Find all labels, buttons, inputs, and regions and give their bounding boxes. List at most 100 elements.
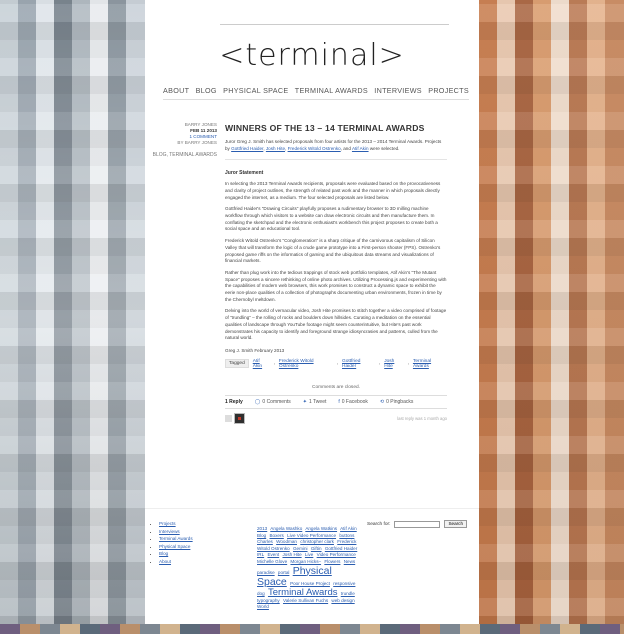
tag-cloud-item[interactable]: Physical <box>293 565 332 577</box>
tag-cloud-item[interactable]: Atif Akin <box>340 526 357 531</box>
tag-cloud-item[interactable]: Woodman <box>276 539 297 544</box>
tag-cloud-item[interactable]: buttons <box>339 533 354 538</box>
search-form: Search for: Search <box>367 520 468 528</box>
jury-heading: Juror Statement <box>225 170 264 177</box>
tag-cloud-item[interactable]: Blog <box>257 533 266 538</box>
background-bottom <box>0 624 624 634</box>
tag-cloud-item[interactable]: Morgan Hicks– <box>290 559 321 564</box>
paragraph: Delving into the world of vernacular vid… <box>225 308 447 341</box>
background-right <box>479 0 624 634</box>
tag-cloud-item[interactable]: Angela Watkins <box>305 526 337 531</box>
facebook-icon: f <box>338 398 340 405</box>
footer-pages: Projects Interviews Terminal Awards Phys… <box>151 520 193 565</box>
post-content: WINNERS OF THE 13 – 14 TERMINAL AWARDS J… <box>225 123 447 424</box>
tag-cloud-item[interactable]: Flowers <box>324 559 340 564</box>
footer-link-terminal-awards[interactable]: Terminal Awards <box>159 536 193 541</box>
tab-comments[interactable]: ◯ 0 Comments <box>255 399 291 405</box>
footer-link-blog[interactable]: Blog <box>159 551 168 556</box>
nav-divider <box>163 99 469 100</box>
tag-cloud-item[interactable]: Terminal Awards <box>268 587 338 598</box>
footer-link-interviews[interactable]: Interviews <box>159 529 180 534</box>
footer-divider <box>145 508 479 509</box>
tag-cloud-item[interactable]: typography <box>257 598 280 603</box>
tag-cloud-item[interactable]: IRL <box>257 552 264 557</box>
link-atif-akin[interactable]: Atif Akin <box>352 146 369 151</box>
tag-cloud-item[interactable]: Boxers <box>269 533 283 538</box>
tab-facebook-label: 0 Facebook <box>341 398 368 405</box>
page-container: <terminal> ABOUT BLOG PHYSICAL SPACE TER… <box>145 0 479 624</box>
tag-cloud-item[interactable]: World <box>257 604 269 609</box>
tag-cloud-item[interactable]: Gemini <box>293 546 308 551</box>
tab-replies[interactable]: 1 Reply <box>225 399 243 405</box>
paragraph: Gottfried Haider's “Drawing Circuits” pl… <box>225 206 438 232</box>
intro-end: were selected. <box>369 145 400 151</box>
main-nav: ABOUT BLOG PHYSICAL SPACE TERMINAL AWARD… <box>163 86 469 95</box>
tag-frederick-ostrenko[interactable]: Frederick Witold Ostrenko <box>279 359 333 369</box>
content-divider <box>225 159 447 161</box>
twitter-icon: ✦ <box>302 398 307 405</box>
post-intro: Juror Greg J. Smith has selected proposa… <box>225 139 442 151</box>
signature: Greg J. Smith February 2013 <box>225 347 285 353</box>
pingback-icon: ⟲ <box>379 398 385 405</box>
tag-atif-akin[interactable]: Atif Akin <box>253 359 270 369</box>
tab-comments-label: 0 Comments <box>262 398 291 405</box>
footer-link-projects[interactable]: Projects <box>159 521 176 526</box>
link-frederick-ostrenko[interactable]: Frederick Witold Ostrenko <box>288 146 341 151</box>
nav-interviews[interactable]: INTERVIEWS <box>374 86 422 95</box>
tag-cloud-item[interactable]: Poor House Project <box>290 581 330 586</box>
site-logo[interactable]: <terminal> <box>145 38 479 73</box>
tab-tweets-label: 1 Tweet <box>308 398 327 405</box>
tag-cloud-item[interactable]: 2013 <box>257 526 267 531</box>
tab-facebook[interactable]: f0 Facebook <box>338 399 368 405</box>
tag-cloud-item[interactable]: responsive <box>333 581 355 586</box>
paragraph: In selecting the 2013 Terminal Awards re… <box>225 181 441 200</box>
search-button[interactable]: Search <box>444 520 468 528</box>
nav-projects[interactable]: PROJECTS <box>428 86 469 95</box>
post-categories[interactable]: BLOG, TERMINAL AWARDS <box>145 152 217 158</box>
avatar[interactable] <box>234 412 245 424</box>
tag-terminal-awards[interactable]: Terminal Awards <box>413 359 447 369</box>
tag-cloud-item[interactable]: Valerie Sullivan Fuchs <box>283 598 328 603</box>
footer-link-physical-space[interactable]: Physical Space <box>159 544 190 549</box>
comments-closed: Comments are closed. <box>312 384 360 390</box>
tag-cloud-item[interactable]: web design <box>331 598 354 603</box>
nav-about[interactable]: ABOUT <box>163 86 189 95</box>
tag-cloud-item[interactable]: Space <box>257 576 287 588</box>
tag-josh-hite[interactable]: Josh Hite <box>384 359 403 369</box>
tag-cloud-item[interactable]: christopher clark <box>300 539 334 544</box>
tab-tweets[interactable]: ✦ 1 Tweet <box>303 399 327 405</box>
tag-cloud-item[interactable]: dog <box>257 591 265 596</box>
tag-gottfried-haider[interactable]: Gottfried Haider <box>342 359 375 369</box>
post-meta: BARRY JONES FEB 11 2013 1 COMMENT BY BAR… <box>145 122 217 158</box>
tag-cloud-item[interactable]: Live <box>305 552 313 557</box>
reply-expand-icon[interactable] <box>225 414 232 422</box>
nav-physical-space[interactable]: PHYSICAL SPACE <box>223 86 288 95</box>
footer-link-about[interactable]: About <box>159 559 171 564</box>
tag-cloud-item[interactable]: News <box>344 559 356 564</box>
tag-cloud-item[interactable]: Josh Hite <box>282 552 301 557</box>
tag-cloud-item[interactable]: portal <box>278 570 290 575</box>
tag-cloud-item[interactable]: Angela Washko <box>270 526 302 531</box>
tab-pingbacks[interactable]: ⟲ 0 Pingbacks <box>380 399 413 405</box>
background-left <box>0 0 145 634</box>
tag-cloud-item[interactable]: Giftin <box>311 546 322 551</box>
tag-cloud-item[interactable]: paradise <box>257 570 275 575</box>
link-gottfried-haider[interactable]: Gottfried Haider <box>231 146 263 151</box>
tag-cloud-item[interactable]: Event <box>267 552 279 557</box>
tag-cloud-item[interactable]: Video Performance <box>317 552 356 557</box>
tag-cloud-item[interactable]: Charles <box>257 539 273 544</box>
tag-cloud: 2013 Angela Washko Angela Watkins Atif A… <box>257 526 361 611</box>
search-input[interactable] <box>394 520 441 528</box>
paragraph: Frederick Witold Ostrenko's “Conglomerat… <box>225 238 441 264</box>
tags-label: Tagged <box>225 359 249 369</box>
post-title[interactable]: WINNERS OF THE 13 – 14 TERMINAL AWARDS <box>225 123 447 133</box>
nav-terminal-awards[interactable]: TERMINAL AWARDS <box>295 86 368 95</box>
nav-blog[interactable]: BLOG <box>196 86 217 95</box>
reply-row: last reply was 1 month ago <box>225 412 447 424</box>
tag-cloud-item[interactable]: Gottfried Haider <box>325 546 357 551</box>
link-josh-hite[interactable]: Josh Hite <box>266 146 285 151</box>
tag-cloud-item[interactable]: trundle <box>341 591 355 596</box>
tag-cloud-item[interactable]: Live Video Performance <box>287 533 336 538</box>
post-byline: BY BARRY JONES <box>177 140 217 145</box>
tag-cloud-item[interactable]: Michelle Glove <box>257 559 287 564</box>
